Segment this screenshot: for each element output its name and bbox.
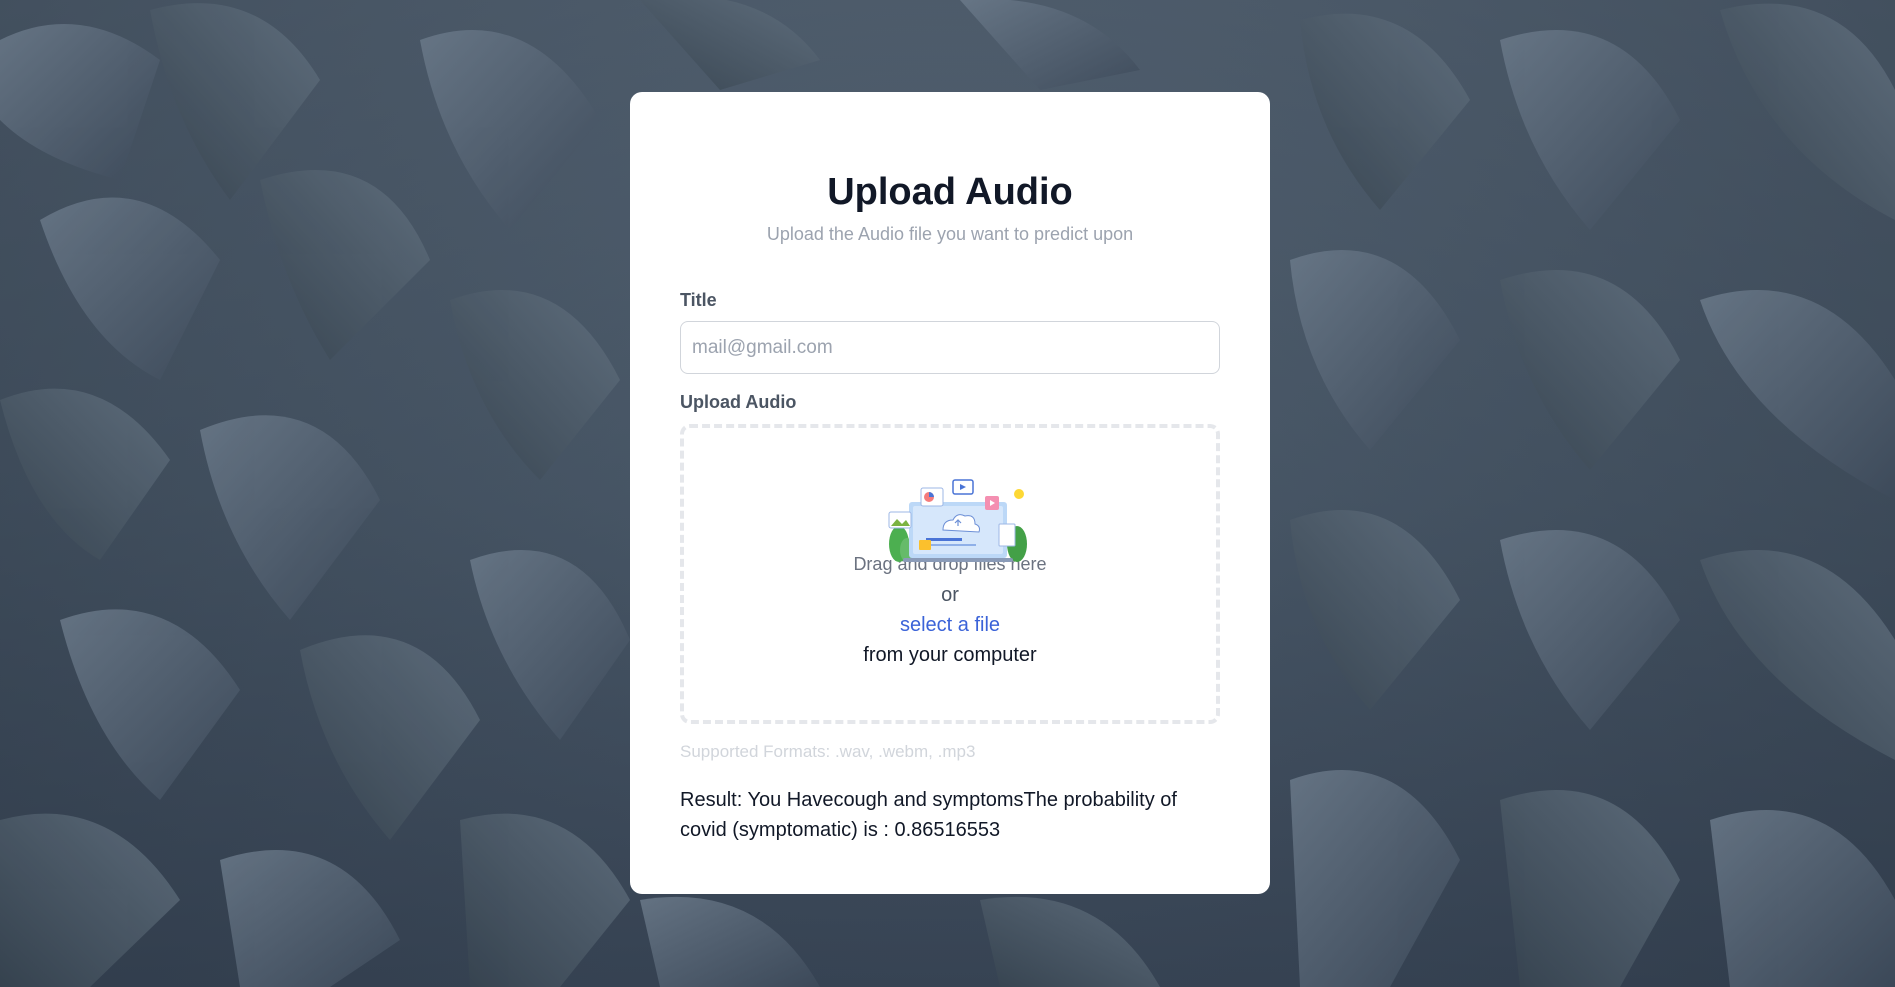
page-title: Upload Audio [827, 171, 1073, 213]
card-content: Upload Audio Upload the Audio file you w… [630, 0, 1270, 987]
or-text: or [941, 584, 959, 606]
result-text: Result: You Havecough and symptomsThe pr… [680, 789, 1177, 841]
upload-audio-label: Upload Audio [680, 392, 797, 412]
title-input[interactable] [680, 321, 1220, 374]
page-subtitle: Upload the Audio file you want to predic… [766, 224, 1134, 244]
audio-dropzone[interactable]: Drag and drop files here or select a fil… [680, 424, 1220, 724]
supported-formats-text: Supported Formats: .wav, .webm, .mp3 [680, 742, 976, 761]
title-label: Title [680, 290, 717, 310]
select-file-link[interactable]: select a file [684, 614, 1216, 637]
from-computer-text: from your computer [863, 644, 1037, 666]
upload-illustration-icon [888, 479, 1027, 562]
